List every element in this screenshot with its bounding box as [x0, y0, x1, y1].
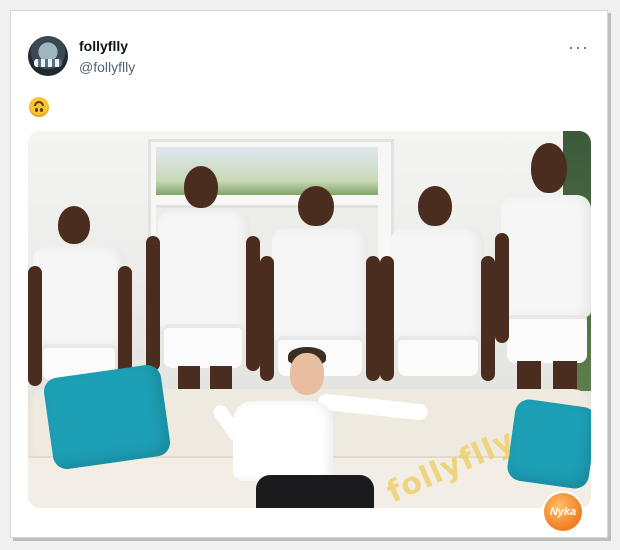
seated-man [233, 401, 333, 481]
post-image[interactable]: follyflly [28, 131, 591, 508]
display-name[interactable]: follyflly [79, 38, 128, 54]
nyka-badge: Nyka [544, 493, 582, 531]
avatar[interactable] [28, 36, 68, 76]
right-pillow [505, 397, 591, 491]
left-pillow [42, 363, 172, 471]
standing-person-5 [495, 143, 591, 403]
upside-down-face-icon [29, 97, 49, 117]
standing-person-2 [146, 166, 261, 406]
standing-person-4 [380, 186, 495, 396]
user-handle[interactable]: @follyflly [79, 59, 135, 75]
tweet-card: follyflly @follyflly ··· follyflly Nyka [10, 10, 608, 538]
more-options-button[interactable]: ··· [568, 37, 589, 58]
